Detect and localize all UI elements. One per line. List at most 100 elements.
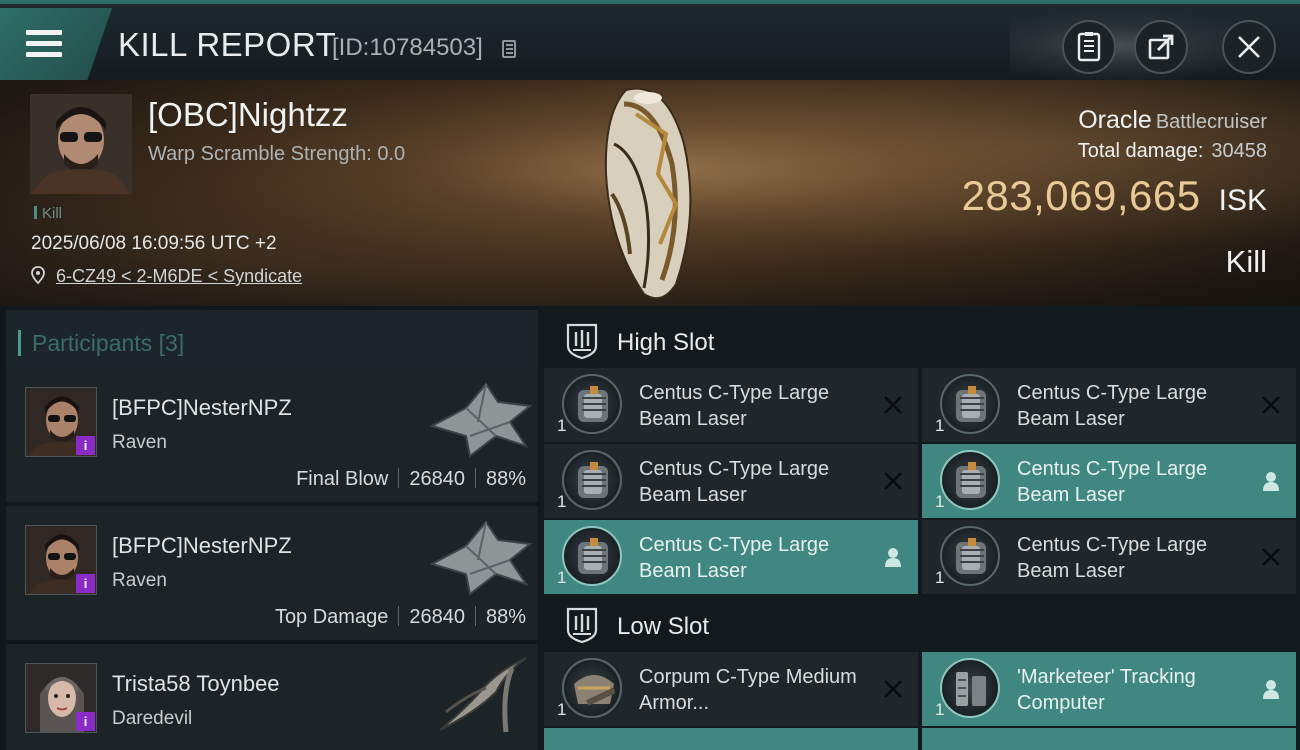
kill-result: Kill [1225,244,1267,279]
destroyed-x-icon [1262,548,1280,566]
module-icon [562,658,622,718]
participants-title: Participants [3] [17,330,184,357]
report-button[interactable] [1062,20,1116,74]
module-icon [562,374,622,434]
total-damage: Total damage: 30458 [1078,140,1267,163]
close-button[interactable] [1222,20,1276,74]
module-icon [940,374,1000,434]
module-icon [562,526,622,586]
total-damage-value: 30458 [1211,140,1267,162]
participant-row[interactable]: i [BFPC]NesterNPZ Raven Final Blow 26840 8… [6,368,538,502]
module-name: Centus C-Type Large Beam Laser [1017,382,1208,430]
module-card[interactable]: 1 Corpum C-Type Medium Armor... [544,652,918,726]
destroyed-x-icon [884,396,902,414]
module-card[interactable]: 1 Centus C-Type Large Beam Laser [544,444,918,518]
participant-name[interactable]: Trista58 Toynbee [112,671,280,697]
module-card-partial[interactable] [544,728,918,750]
module-quantity: 1 [935,700,945,719]
warp-scramble-strength: Warp Scramble Strength: 0.0 [148,143,406,165]
page-title: KILL REPORT [118,26,337,63]
participants-panel: Participants [3] i [BFPC]NesterNPZ Raven… [0,306,540,750]
low-slot-title: Low Slot [617,613,710,640]
participant-portrait[interactable]: i [25,663,97,733]
participants-header: Participants [3] [6,310,538,368]
low-slot-header: Low Slot [544,594,1296,654]
participant-ship: Daredevil [112,708,193,729]
participant-name[interactable]: [BFPC]NesterNPZ [112,533,292,559]
dropped-pilot-icon [885,548,901,567]
divider [398,468,400,488]
location-link[interactable]: 6-CZ49 < 2-M6DE < Syndicate [56,266,302,286]
module-status [882,394,904,416]
module-card[interactable]: 1 Centus C-Type Large Beam Laser [544,368,918,442]
module-name: Centus C-Type Large Beam Laser [639,458,830,506]
module-name: Centus C-Type Large Beam Laser [639,534,830,582]
module-card[interactable]: 1 Centus C-Type Large Beam Laser [922,368,1296,442]
participant-role: Final Blow [296,468,389,490]
kill-tag: Kill [34,205,62,222]
high-slot-icon [566,323,598,360]
participant-stats: Final Blow 26840 88% [296,468,526,491]
module-card-partial[interactable] [922,728,1296,750]
module-quantity: 1 [935,492,945,511]
module-quantity: 1 [557,700,567,719]
participant-damage: 26840 [409,468,465,490]
module-status [882,470,904,492]
module-card[interactable]: 1 Centus C-Type Large Beam Laser [544,520,918,594]
module-quantity: 1 [557,568,567,587]
module-card[interactable]: 1 'Marketeer' Tracking Computer [922,652,1296,726]
victim-name[interactable]: [OBC]Nightzz [148,96,348,134]
close-icon [1238,36,1260,58]
destroyed-x-icon [884,472,902,490]
copy-icon[interactable] [502,40,516,58]
location-pin-icon [31,266,45,285]
participant-badge: i [76,574,95,593]
module-quantity: 1 [935,416,945,435]
victim-ship-image [604,87,692,300]
participant-role: Top Damage [274,606,389,628]
module-card[interactable]: 1 Centus C-Type Large Beam Laser [922,444,1296,518]
victim-ship-class: Battlecruiser [1155,111,1267,133]
divider [474,468,476,488]
kill-location[interactable]: 6-CZ49 < 2-M6DE < Syndicate [31,266,302,287]
module-status [882,546,904,568]
destroyed-x-icon [1262,396,1280,414]
share-button[interactable] [1134,20,1188,74]
participant-name[interactable]: [BFPC]NesterNPZ [112,395,292,421]
module-icon [940,526,1000,586]
module-card[interactable]: 1 Centus C-Type Large Beam Laser [922,520,1296,594]
module-status [1260,394,1282,416]
high-slot-header: High Slot [544,310,1296,370]
victim-ship-name: Oracle [1078,106,1152,134]
victim-portrait[interactable] [30,94,132,194]
module-name: 'Marketeer' Tracking Computer [1017,666,1196,714]
kill-id: [ID:10784503] [332,34,483,61]
participant-damage: 26840 [409,606,465,628]
module-quantity: 1 [557,416,567,435]
participant-row[interactable]: i [BFPC]NesterNPZ Raven Top Damage 26840 8… [6,506,538,640]
participant-portrait[interactable]: i [25,525,97,595]
dropped-pilot-icon [1263,472,1279,491]
module-quantity: 1 [557,492,567,511]
low-slot-icon [566,607,598,644]
total-damage-label: Total damage: [1077,140,1204,162]
isk-currency: ISK [1218,184,1267,217]
module-status [1260,546,1282,568]
participant-ship-image [439,657,527,733]
participant-ship-image [429,382,533,458]
destroyed-x-icon [884,680,902,698]
menu-button[interactable] [0,8,112,80]
module-name: Centus C-Type Large Beam Laser [1017,458,1208,506]
participant-portrait[interactable]: i [25,387,97,457]
module-name: Centus C-Type Large Beam Laser [639,382,830,430]
participant-badge: i [76,436,95,455]
participant-ship-image [429,520,533,596]
participant-percent: 88% [485,468,526,490]
isk-amount: 283,069,665 [961,172,1201,219]
participant-ship: Raven [112,432,167,453]
fitting-panel: High Slot 1 Centus C-Type Large Beam Lase… [540,306,1300,750]
participant-row[interactable]: i Trista58 Toynbee Daredevil [6,644,538,750]
victim-ship[interactable]: Oracle Battlecruiser [1078,106,1267,135]
module-quantity: 1 [935,568,945,587]
module-icon [940,658,1000,718]
